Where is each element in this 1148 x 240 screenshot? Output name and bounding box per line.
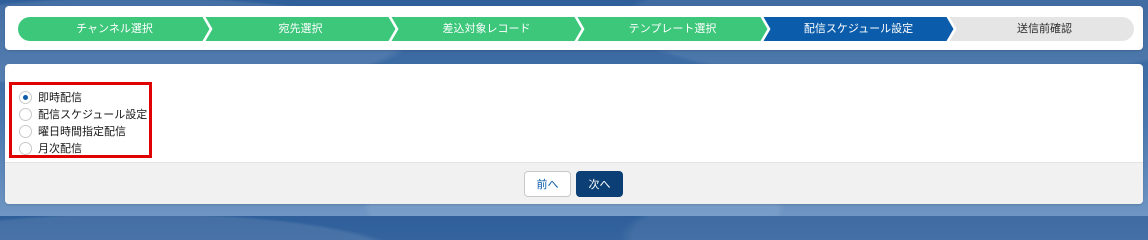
radio-button[interactable] xyxy=(19,107,32,121)
radio-option-schedule[interactable]: 配信スケジュール設定 xyxy=(19,106,147,122)
path-step-1[interactable] xyxy=(18,17,210,41)
radio-button[interactable] xyxy=(19,90,32,104)
progress-path-card: チャンネル選択 宛先選択 差込対象レコード テンプレート選択 配信スケジュール設定 送信前… xyxy=(5,6,1143,50)
radio-label: 月次配信 xyxy=(38,142,82,155)
radio-option-monthly[interactable]: 月次配信 xyxy=(19,140,82,156)
radio-label: 配信スケジュール設定 xyxy=(38,108,148,121)
radio-button[interactable] xyxy=(19,141,32,155)
path-step-6[interactable] xyxy=(949,17,1135,41)
delivery-type-radio-group: 即時配信 配信スケジュール設定 曜日時間指定配信 月次配信 xyxy=(9,82,152,158)
radio-button[interactable] xyxy=(19,124,32,138)
path-step-2[interactable] xyxy=(205,17,396,41)
next-button[interactable]: 次へ xyxy=(576,171,623,197)
progress-path-graphic xyxy=(18,17,1134,41)
radio-label: 曜日時間指定配信 xyxy=(38,125,126,138)
radio-option-weekday-time[interactable]: 曜日時間指定配信 xyxy=(19,123,126,139)
previous-button[interactable]: 前へ xyxy=(524,171,571,197)
path-step-3[interactable] xyxy=(391,17,582,41)
radio-option-immediate[interactable]: 即時配信 xyxy=(19,89,82,105)
radio-label: 即時配信 xyxy=(38,91,82,104)
footer-bar: 前へ 次へ xyxy=(5,162,1143,204)
schedule-panel: 即時配信 配信スケジュール設定 曜日時間指定配信 月次配信 前へ 次へ xyxy=(5,64,1143,204)
progress-path: チャンネル選択 宛先選択 差込対象レコード テンプレート選択 配信スケジュール設定 送信前… xyxy=(18,17,1134,41)
path-step-5[interactable] xyxy=(763,17,954,41)
path-step-4[interactable] xyxy=(577,17,768,41)
